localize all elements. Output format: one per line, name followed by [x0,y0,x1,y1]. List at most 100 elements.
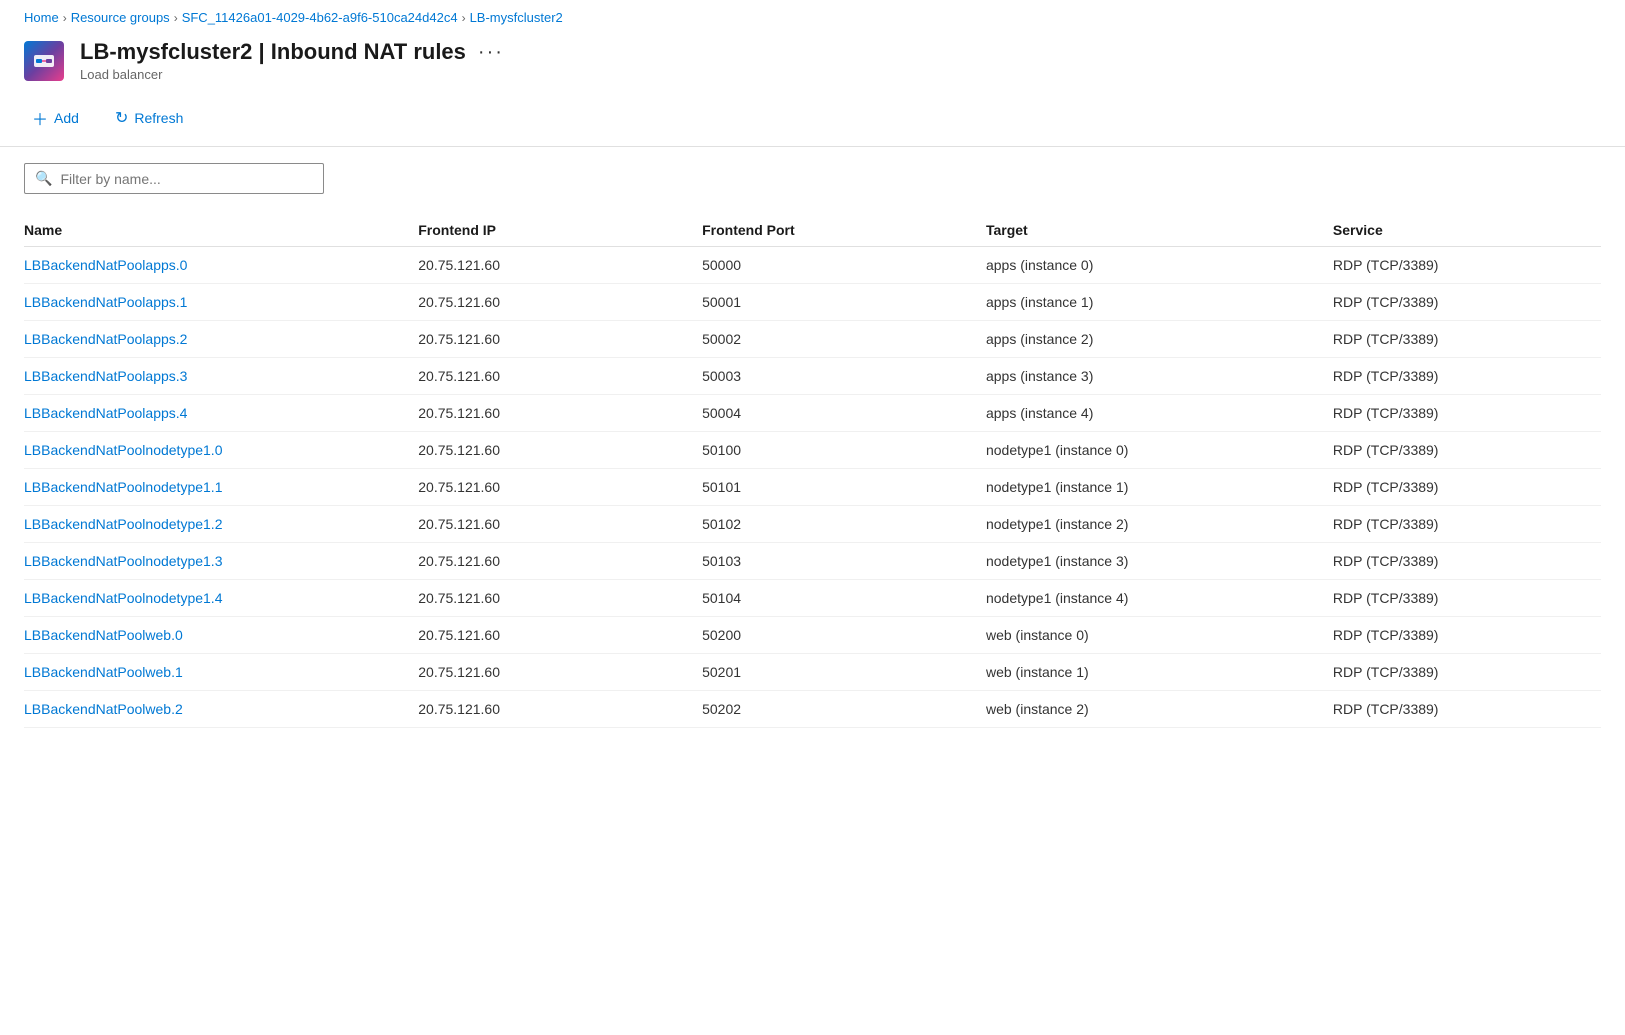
table-row: LBBackendNatPoolnodetype1.0 20.75.121.605… [24,432,1601,469]
frontend-port-cell: 50104 [702,580,986,617]
refresh-icon: ↻ [115,108,128,128]
table-row: LBBackendNatPoolnodetype1.120.75.121.605… [24,469,1601,506]
frontend-port-cell: 50101 [702,469,986,506]
col-header-service: Service [1333,214,1601,247]
page-subtitle: Load balancer [80,67,508,82]
nat-rule-link[interactable]: LBBackendNatPoolapps.1 [24,294,187,310]
page-header: LB-mysfcluster2 | Inbound NAT rules ··· … [0,31,1625,94]
service-cell: RDP (TCP/3389) [1333,506,1601,543]
table-row: LBBackendNatPoolapps.3 20.75.121.6050003a… [24,358,1601,395]
frontend-ip-cell: 20.75.121.60 [418,358,702,395]
filter-box[interactable]: 🔍 [24,163,324,194]
table-row: LBBackendNatPoolnodetype1.220.75.121.605… [24,506,1601,543]
breadcrumb-sfc[interactable]: SFC_11426a01-4029-4b62-a9f6-510ca24d42c4 [182,10,458,25]
service-cell: RDP (TCP/3389) [1333,543,1601,580]
frontend-ip-cell: 20.75.121.60 [418,321,702,358]
frontend-port-cell: 50103 [702,543,986,580]
frontend-ip-cell: 20.75.121.60 [418,395,702,432]
frontend-port-cell: 50102 [702,506,986,543]
frontend-port-cell: 50003 [702,358,986,395]
table-row: LBBackendNatPoolweb.1 20.75.121.6050201we… [24,654,1601,691]
col-header-frontend-port: Frontend Port [702,214,986,247]
target-cell: nodetype1 (instance 2) [986,506,1333,543]
resource-icon [24,41,64,81]
frontend-ip-cell: 20.75.121.60 [418,580,702,617]
ellipsis-button[interactable]: ··· [474,41,508,64]
frontend-port-cell: 50100 [702,432,986,469]
breadcrumb-sep-1: › [63,11,67,25]
nat-rule-link[interactable]: LBBackendNatPoolweb.1 [24,664,183,680]
nat-rules-table: Name Frontend IP Frontend Port Target Se… [24,214,1601,728]
table-row: LBBackendNatPoolapps.4 20.75.121.6050004a… [24,395,1601,432]
target-cell: apps (instance 1) [986,284,1333,321]
nat-rule-link[interactable]: LBBackendNatPoolnodetype1.0 [24,442,222,458]
nat-rule-link[interactable]: LBBackendNatPoolnodetype1.3 [24,553,222,569]
target-cell: apps (instance 2) [986,321,1333,358]
breadcrumb: Home › Resource groups › SFC_11426a01-40… [0,0,1625,31]
col-header-name: Name [24,214,418,247]
target-cell: apps (instance 4) [986,395,1333,432]
nat-rule-link[interactable]: LBBackendNatPoolweb.0 [24,627,183,643]
table-row: LBBackendNatPoolweb.2 20.75.121.6050202we… [24,691,1601,728]
toolbar: ＋ Add ↻ Refresh [0,94,1625,147]
breadcrumb-resource-groups[interactable]: Resource groups [71,10,170,25]
service-cell: RDP (TCP/3389) [1333,358,1601,395]
table-row: LBBackendNatPoolnodetype1.4 20.75.121.605… [24,580,1601,617]
nat-rule-link[interactable]: LBBackendNatPoolapps.0 [24,257,187,273]
nat-rule-link[interactable]: LBBackendNatPoolnodetype1.1 [24,479,222,495]
breadcrumb-sep-3: › [462,11,466,25]
frontend-ip-cell: 20.75.121.60 [418,543,702,580]
frontend-port-cell: 50201 [702,654,986,691]
service-cell: RDP (TCP/3389) [1333,617,1601,654]
frontend-ip-cell: 20.75.121.60 [418,617,702,654]
breadcrumb-home[interactable]: Home [24,10,59,25]
nat-rule-link[interactable]: LBBackendNatPoolweb.2 [24,701,183,717]
service-cell: RDP (TCP/3389) [1333,654,1601,691]
frontend-port-cell: 50200 [702,617,986,654]
table-row: LBBackendNatPoolweb.0 20.75.121.6050200we… [24,617,1601,654]
frontend-ip-cell: 20.75.121.60 [418,654,702,691]
table-row: LBBackendNatPoolapps.1 20.75.121.6050001a… [24,284,1601,321]
target-cell: web (instance 2) [986,691,1333,728]
service-cell: RDP (TCP/3389) [1333,284,1601,321]
target-cell: apps (instance 3) [986,358,1333,395]
page-title: LB-mysfcluster2 | Inbound NAT rules ··· [80,39,508,65]
col-header-target: Target [986,214,1333,247]
refresh-label: Refresh [134,110,183,126]
breadcrumb-lb[interactable]: LB-mysfcluster2 [470,10,563,25]
frontend-ip-cell: 20.75.121.60 [418,691,702,728]
frontend-port-cell: 50000 [702,247,986,284]
header-text: LB-mysfcluster2 | Inbound NAT rules ··· … [80,39,508,82]
frontend-ip-cell: 20.75.121.60 [418,284,702,321]
target-cell: nodetype1 (instance 4) [986,580,1333,617]
target-cell: apps (instance 0) [986,247,1333,284]
target-cell: nodetype1 (instance 3) [986,543,1333,580]
nat-rule-link[interactable]: LBBackendNatPoolapps.4 [24,405,187,421]
frontend-port-cell: 50001 [702,284,986,321]
frontend-port-cell: 50202 [702,691,986,728]
frontend-ip-cell: 20.75.121.60 [418,432,702,469]
target-cell: web (instance 1) [986,654,1333,691]
frontend-ip-cell: 20.75.121.60 [418,247,702,284]
service-cell: RDP (TCP/3389) [1333,432,1601,469]
search-icon: 🔍 [35,170,52,187]
add-icon: ＋ [32,106,48,130]
service-cell: RDP (TCP/3389) [1333,395,1601,432]
main-content: 🔍 Name Frontend IP Frontend Port Target … [0,147,1625,744]
nat-rule-link[interactable]: LBBackendNatPoolnodetype1.2 [24,516,222,532]
service-cell: RDP (TCP/3389) [1333,469,1601,506]
service-cell: RDP (TCP/3389) [1333,580,1601,617]
target-cell: web (instance 0) [986,617,1333,654]
nat-rule-link[interactable]: LBBackendNatPoolapps.2 [24,331,187,347]
target-cell: nodetype1 (instance 0) [986,432,1333,469]
breadcrumb-sep-2: › [174,11,178,25]
filter-input[interactable] [60,171,313,187]
refresh-button[interactable]: ↻ Refresh [107,104,191,132]
add-button[interactable]: ＋ Add [24,102,87,134]
table-row: LBBackendNatPoolnodetype1.3 20.75.121.605… [24,543,1601,580]
add-label: Add [54,110,79,126]
frontend-port-cell: 50004 [702,395,986,432]
nat-rule-link[interactable]: LBBackendNatPoolapps.3 [24,368,187,384]
nat-rule-link[interactable]: LBBackendNatPoolnodetype1.4 [24,590,222,606]
target-cell: nodetype1 (instance 1) [986,469,1333,506]
